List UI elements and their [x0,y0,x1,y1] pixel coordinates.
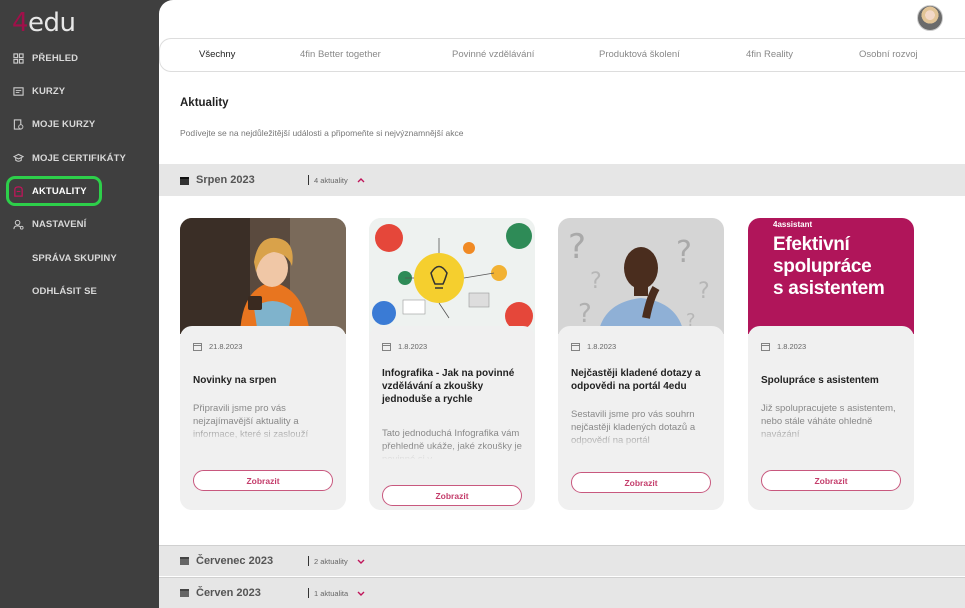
course-icon [12,85,24,97]
news-cards: 21.8.2023 Novinky na srpen Připravili js… [159,196,965,545]
news-count: 2 aktuality [314,557,348,566]
text-fade [193,428,338,442]
view-button[interactable]: Zobrazit [571,472,711,493]
card-title: Nejčastěji kladené dotazy a odpovědi na … [571,368,701,392]
active-highlight [6,176,102,206]
category-tabs: Všechny 4fin Better together Povinné vzd… [159,38,965,72]
month-header-cerven[interactable]: Červen 2023 1 aktualita [159,577,965,608]
sidebar-item-odhlasit[interactable]: ODHLÁSIT SE [32,280,97,302]
sidebar-item-label: KURZY [32,85,66,97]
news-card[interactable]: 21.8.2023 Novinky na srpen Připravili js… [180,218,346,510]
divider [308,175,309,185]
sidebar-item-label: SPRÁVA SKUPINY [32,252,117,264]
news-image-woman-coffee [180,218,346,334]
tab-vsechny[interactable]: Všechny [199,49,235,60]
chevron-down-icon[interactable] [357,589,365,597]
sidebar-item-label: PŘEHLED [32,52,79,64]
topbar [159,0,965,38]
text-fade [382,446,527,460]
sidebar-item-prehled[interactable]: PŘEHLED [12,47,78,69]
tab-osobni-rozvoj[interactable]: Osobní rozvoj [859,49,918,60]
avatar[interactable] [917,5,943,31]
calendar-icon [382,343,391,351]
chevron-down-icon[interactable] [357,557,365,565]
month-name: Červenec 2023 [196,555,274,567]
view-button[interactable]: Zobrazit [761,470,901,491]
card-body: 1.8.2023 Nejčastěji kladené dotazy a odp… [558,326,724,510]
news-card[interactable]: ? ? ? ? ? ? 1.8.2023 Nejčastěji kladené … [558,218,724,510]
month-name: Srpen 2023 [196,174,255,186]
news-image-infographic [369,218,535,334]
page-title: Aktuality [180,97,229,109]
my-courses-icon [12,118,24,130]
news-count: 1 aktualita [314,589,349,598]
calendar-icon [180,589,189,597]
text-fade [571,434,716,448]
card-date: 21.8.2023 [193,342,242,351]
card-title: Novinky na srpen [193,375,277,386]
certificate-icon [12,152,24,164]
month-header-cervenec[interactable]: Červenec 2023 2 aktuality [159,545,965,576]
sidebar-item-label: MOJE KURZY [32,118,96,130]
calendar-icon [180,557,189,565]
sidebar-item-moje-certifikaty[interactable]: MOJE CERTIFIKÁTY [12,147,126,169]
svg-text:?: ? [578,299,592,329]
image-brand: 4assistant [773,220,813,229]
svg-text:?: ? [590,269,602,294]
card-title: Spolupráce s asistentem [761,375,879,386]
sidebar: 4edu PŘEHLED KURZY MOJE KURZY MOJE CERTI… [0,0,159,608]
card-date: 1.8.2023 [382,342,427,351]
calendar-icon [571,343,580,351]
tab-produktova-skoleni[interactable]: Produktová školení [599,49,680,60]
svg-text:?: ? [676,235,692,270]
text-fade [761,428,906,442]
tab-povinne-vzdelavani[interactable]: Povinné vzdělávání [452,49,534,60]
svg-text:?: ? [568,227,586,267]
sidebar-item-label: MOJE CERTIFIKÁTY [32,152,126,164]
news-image-man-questions: ? ? ? ? ? ? [558,218,724,334]
divider [308,588,309,598]
card-date: 1.8.2023 [571,342,616,351]
sidebar-item-kurzy[interactable]: KURZY [12,80,65,102]
image-headline: Efektivní spolupráce s asistentem [773,234,885,299]
chevron-up-icon[interactable] [357,176,365,184]
view-button[interactable]: Zobrazit [193,470,333,491]
calendar-icon [180,177,189,185]
settings-user-icon [12,218,24,230]
calendar-icon [193,343,202,351]
page-subtitle: Podívejte se na nejdůležitější události … [180,128,464,138]
tab-4fin-better-together[interactable]: 4fin Better together [300,49,381,60]
sidebar-item-label: NASTAVENÍ [32,218,87,230]
main-content: Všechny 4fin Better together Povinné vzd… [159,0,965,608]
view-button[interactable]: Zobrazit [382,485,522,506]
calendar-icon [761,343,770,351]
news-image-assistant: 4assistant Efektivní spolupráce s asiste… [748,218,914,334]
sidebar-item-sprava-skupiny[interactable]: SPRÁVA SKUPINY [32,247,117,269]
month-name: Červen 2023 [196,587,261,599]
divider [308,556,309,566]
card-body: 1.8.2023 Infografika - Jak na povinné vz… [369,326,535,510]
card-body: 21.8.2023 Novinky na srpen Připravili js… [180,326,346,510]
dashboard-icon [12,52,24,64]
svg-text:?: ? [698,279,710,304]
month-header-srpen[interactable]: Srpen 2023 4 aktuality [159,164,965,196]
news-card[interactable]: 4assistant Efektivní spolupráce s asiste… [748,218,914,510]
news-count: 4 aktuality [314,176,348,185]
card-title: Infografika - Jak na povinné vzdělávání … [382,368,515,405]
card-date: 1.8.2023 [761,342,806,351]
sidebar-item-moje-kurzy[interactable]: MOJE KURZY [12,113,95,135]
sidebar-item-nastaveni[interactable]: NASTAVENÍ [12,213,86,235]
sidebar-item-label: ODHLÁSIT SE [32,285,97,297]
card-body: 1.8.2023 Spolupráce s asistentem Již spo… [748,326,914,510]
news-card[interactable]: 1.8.2023 Infografika - Jak na povinné vz… [369,218,535,510]
tab-4fin-reality[interactable]: 4fin Reality [746,49,793,60]
app-logo[interactable]: 4edu [12,8,76,38]
